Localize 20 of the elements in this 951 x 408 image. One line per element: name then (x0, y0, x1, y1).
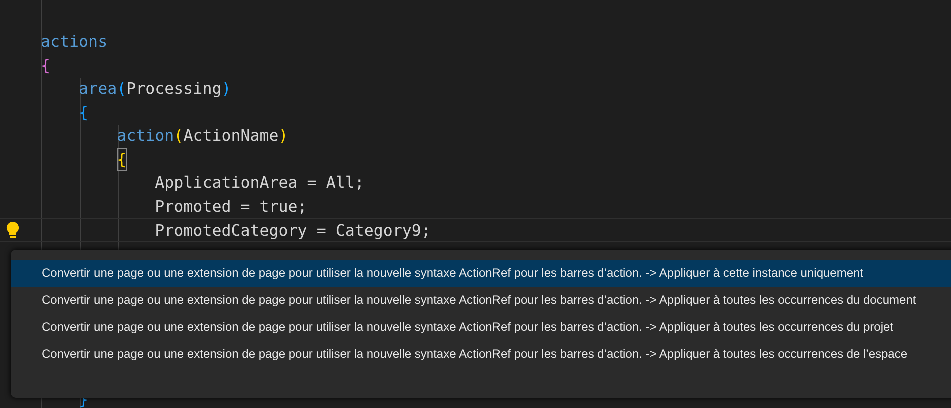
bracket: ) (222, 78, 232, 100)
code-text: ApplicationArea = All; (155, 172, 364, 194)
code-keyword: actions (41, 31, 108, 53)
menu-item[interactable]: Convertir une page ou une extension de page pour utiliser la nouvelle syntaxe ActionRef pour les barres d’action. -> Appliquer à toutes les occurrences du projet (11, 314, 951, 341)
bracket: ( (174, 125, 184, 147)
menu-item[interactable]: Convertir une page ou une extension de page pour utiliser la nouvelle syntaxe ActionRef pour les barres d’action. -> Appliquer à cette instance uniquement (11, 260, 951, 287)
code-text: ActionName (184, 125, 279, 147)
bracket: { (79, 102, 89, 124)
code-keyword: area (79, 78, 118, 100)
lightbulb-icon[interactable] (6, 221, 20, 239)
code-text: Processing (126, 78, 222, 100)
menu-item[interactable]: Convertir une page ou une extension de page pour utiliser la nouvelle syntaxe ActionRef pour les barres d’action. -> Appliquer à toutes les occurrences de l’espace (11, 341, 951, 368)
bracket: { (41, 54, 51, 76)
code-text: Promoted = true; (155, 196, 308, 218)
bracket: ( (117, 78, 127, 100)
menu-item[interactable]: Convertir une page ou une extension de page pour utiliser la nouvelle syntaxe ActionRef pour les barres d’action. -> Appliquer à toutes les occurrences du document (11, 287, 951, 314)
code-keyword: action (117, 125, 174, 147)
bracket: { (117, 148, 127, 171)
bracket: ) (278, 125, 288, 147)
code-text: PromotedCategory = Category9; (155, 220, 431, 240)
